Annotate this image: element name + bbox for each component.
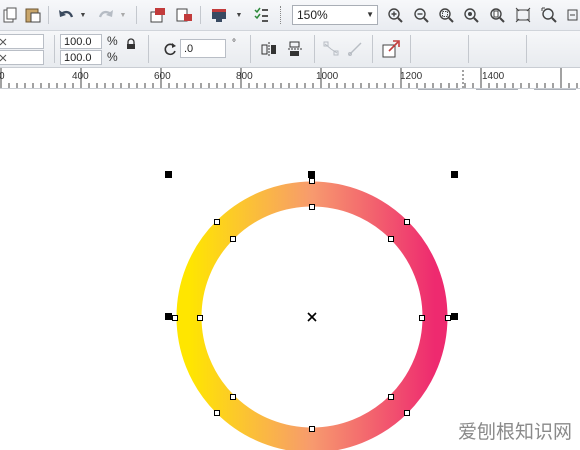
scale-x-field[interactable]: 100.0 (60, 34, 102, 49)
node-point[interactable] (404, 410, 410, 416)
width-field[interactable] (0, 34, 44, 49)
node-point[interactable] (388, 394, 394, 400)
zoom-to-page-icon[interactable] (488, 6, 506, 24)
node-point[interactable] (309, 178, 315, 184)
node-point[interactable] (388, 236, 394, 242)
scale-y-unit: % (107, 50, 118, 64)
center-marker-icon[interactable] (307, 312, 317, 322)
node-point[interactable] (230, 394, 236, 400)
standard-toolbar: ▼ ▼ ▼ 150% ▼ (0, 0, 580, 31)
ruler-label: 0 (0, 71, 5, 82)
cross-icon (0, 38, 7, 46)
zoom-to-page-width-icon[interactable] (514, 6, 532, 24)
property-bar: 100.0 100.0 % % .0 ° ▼ ▼ ▼ (0, 31, 580, 90)
separator (314, 35, 315, 63)
lock-ratio-icon[interactable] (124, 37, 138, 51)
convert-to-curves-icon[interactable] (346, 40, 364, 58)
ruler-label: 1200 (400, 71, 423, 82)
break-apart-icon[interactable] (322, 40, 340, 58)
redo-icon[interactable] (96, 6, 116, 24)
selection-handle-top-right[interactable] (451, 171, 458, 178)
separator (468, 35, 469, 63)
checklist-icon[interactable] (252, 6, 270, 24)
node-point[interactable] (309, 204, 315, 210)
node-point[interactable] (230, 236, 236, 242)
zoom-out-icon[interactable] (412, 6, 430, 24)
ruler-label: 800 (236, 71, 253, 82)
separator (54, 35, 55, 63)
copy-icon[interactable] (2, 6, 18, 24)
rotation-unit: ° (232, 38, 236, 49)
node-point[interactable] (419, 315, 425, 321)
selection-handle-right[interactable] (451, 313, 458, 320)
ruler-label: 1400 (482, 71, 505, 82)
ruler-label: 400 (72, 71, 89, 82)
zoom-level-value: 150% (297, 8, 328, 22)
import-icon[interactable] (148, 6, 168, 24)
selection-handle-top-left[interactable] (165, 171, 172, 178)
position-transform-icon[interactable] (380, 38, 402, 60)
selection-handle-top[interactable] (308, 171, 315, 178)
horizontal-ruler[interactable]: 0 400 600 800 1000 1200 1400 (0, 68, 580, 89)
mirror-vertical-icon[interactable] (286, 40, 304, 58)
launcher-dropdown-icon[interactable]: ▼ (234, 8, 244, 22)
separator (200, 6, 201, 24)
export-icon[interactable] (174, 6, 194, 24)
separator (372, 35, 373, 63)
selection-handle-left[interactable] (165, 313, 172, 320)
separator (148, 35, 149, 63)
application-launcher-icon[interactable] (208, 5, 230, 25)
drawing-canvas[interactable]: 爱刨根知识网 (0, 89, 580, 450)
chevron-down-icon[interactable]: ▼ (366, 6, 374, 24)
separator (280, 6, 282, 24)
redo-dropdown-icon[interactable]: ▼ (118, 8, 128, 22)
scale-x-unit: % (107, 34, 118, 48)
zoom-in-icon[interactable] (386, 6, 404, 24)
undo-icon[interactable] (56, 6, 76, 24)
undo-dropdown-icon[interactable]: ▼ (78, 8, 88, 22)
watermark-text: 爱刨根知识网 (457, 421, 572, 443)
mirror-horizontal-icon[interactable] (260, 40, 278, 58)
cross-icon (0, 54, 7, 62)
ruler-label: 600 (154, 71, 171, 82)
rotation-angle-field[interactable]: .0 (180, 39, 226, 58)
zoom-to-all-objects-icon[interactable] (462, 6, 480, 24)
zoom-level-select[interactable]: 150% ▼ (292, 5, 378, 25)
zoom-menu-icon[interactable] (566, 6, 580, 24)
zoom-to-page-height-icon[interactable] (540, 6, 558, 24)
ruler-label: 1000 (316, 71, 339, 82)
separator (48, 6, 49, 24)
node-point[interactable] (214, 410, 220, 416)
node-point[interactable] (214, 219, 220, 225)
separator (250, 35, 251, 63)
separator (526, 35, 527, 63)
paste-icon[interactable] (24, 6, 42, 24)
node-point[interactable] (197, 315, 203, 321)
rotation-icon (162, 41, 178, 57)
node-point[interactable] (445, 315, 451, 321)
separator (136, 6, 137, 24)
node-point[interactable] (404, 219, 410, 225)
zoom-to-selected-icon[interactable] (437, 6, 455, 24)
canvas-svg (165, 171, 458, 450)
separator (410, 35, 411, 63)
scale-y-field[interactable]: 100.0 (60, 50, 102, 65)
node-point[interactable] (309, 426, 315, 432)
node-point[interactable] (172, 315, 178, 321)
height-field[interactable] (0, 50, 44, 65)
